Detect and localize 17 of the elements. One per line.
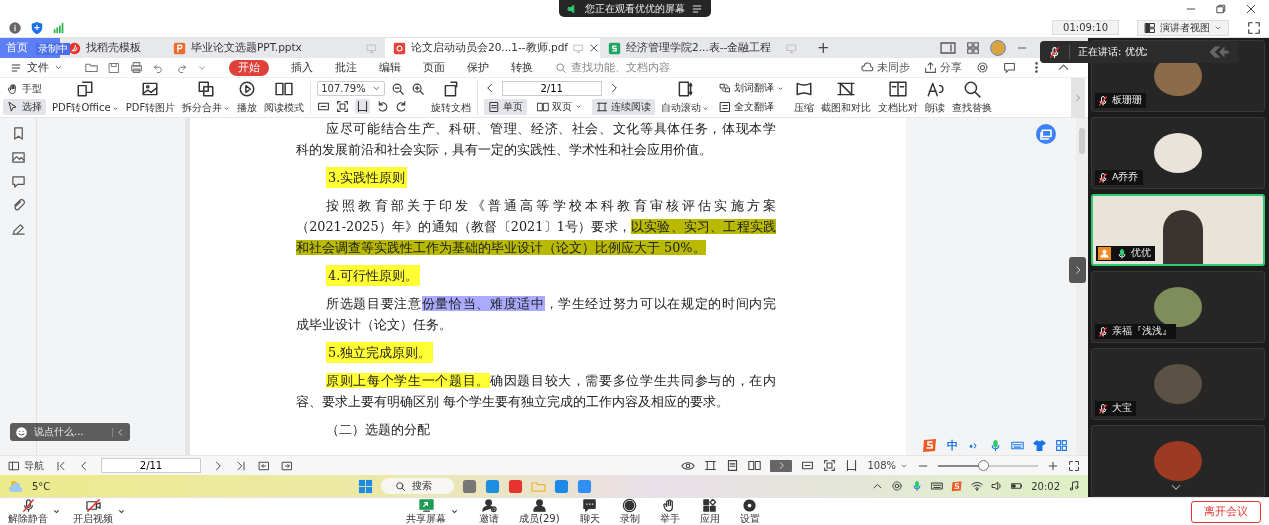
- participant-name: 大宝: [1112, 402, 1132, 415]
- participant-name: 板珊珊: [1112, 94, 1142, 107]
- paragraph: 所选题目要注意份量恰当、难度适中，学生经过努力可以在规定的时间内完 成毕业设计（论文）任务。: [296, 295, 776, 334]
- section-heading: 3.实践性原则: [326, 167, 408, 188]
- section-heading: 5.独立完成原则。: [326, 342, 434, 363]
- paragraph: （二）选题的分配: [325, 421, 431, 439]
- participant-name: 优优: [1131, 247, 1151, 260]
- participant-name: 亲福『浅浅』: [1112, 325, 1172, 338]
- paragraph: 原则上每个学生一个题目。确因题目较大，需要多位学生共同参与的，在内 容、要求上要有明确区别 每个学生要有独立完成的工作内容及相应的要求。: [296, 372, 776, 411]
- paragraph: 按照教育部关于印发《普通高等学校本科教育审核评估实施方案 （2021-2025）年》的通知（教督〔2021〕1号）要求，以实验、实习、工程实践 和社会调查等实践性工作为基础的毕业设计（论文）比例应大于 50%。: [296, 197, 776, 257]
- meeting-timer: 01:09:10: [1052, 20, 1119, 35]
- section-heading: 4.可行性原则。: [326, 265, 421, 286]
- participant-name: A乔乔: [1112, 171, 1139, 184]
- paragraph: 应尽可能结合生产、科研、管理、经济、社会、文化等具体任务，体现本学 科的发展前沿和社会实际，具有一定的实践性、学术性和社会应用价值。: [296, 120, 776, 159]
- notice-text: 您正在观看优优的屏幕: [584, 1, 685, 16]
- recording-toast: 录制中: [36, 43, 70, 55]
- temperature: 5°C: [32, 480, 51, 492]
